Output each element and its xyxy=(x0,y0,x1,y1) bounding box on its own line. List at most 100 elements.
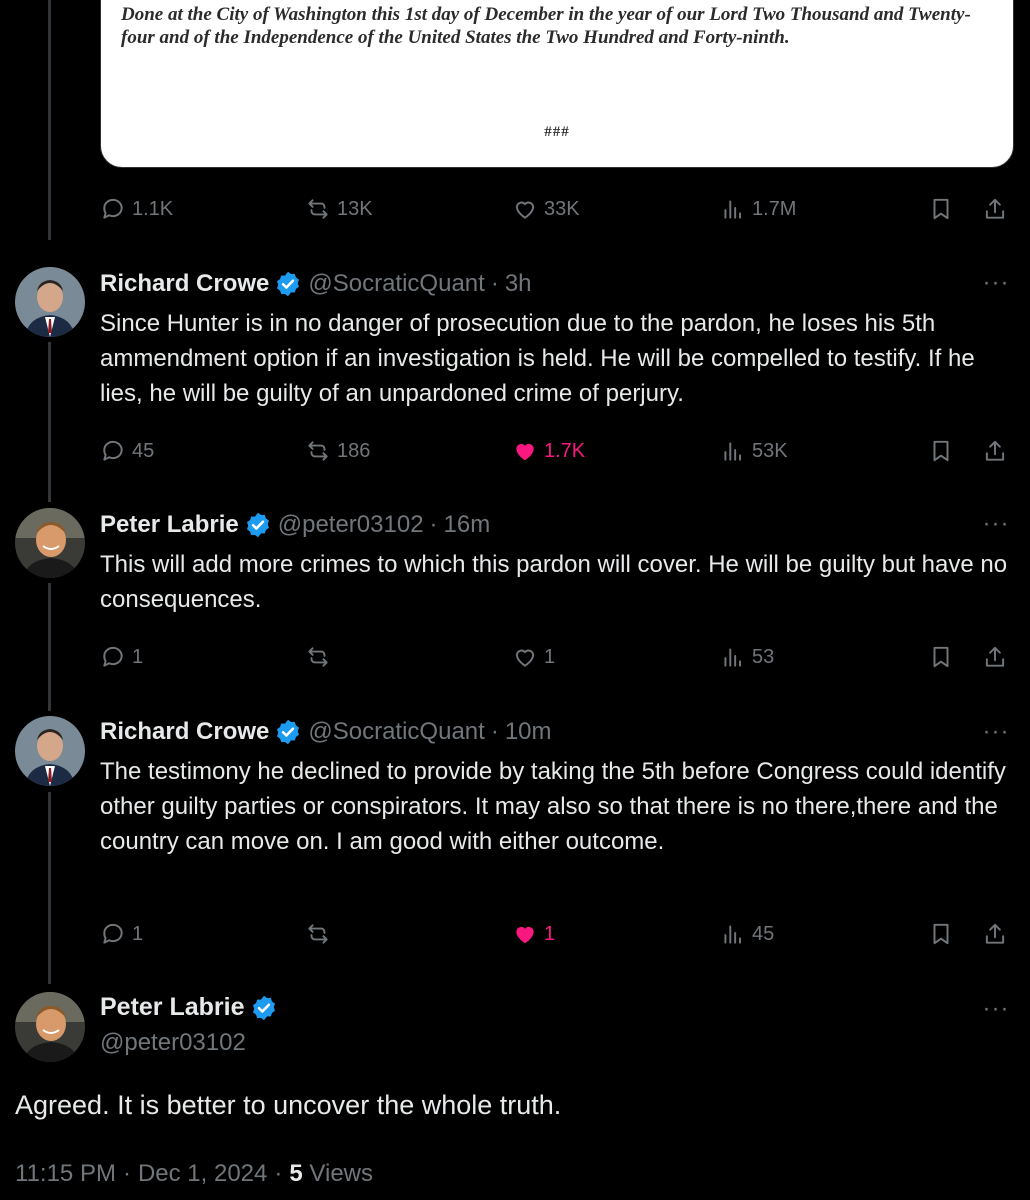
like-count: 1 xyxy=(544,922,556,945)
reply-button[interactable]: 1 xyxy=(100,642,143,672)
like-count: 33K xyxy=(544,197,580,220)
post-header: Richard Crowe @SocraticQuant · 10m xyxy=(100,716,552,748)
reply-count: 45 xyxy=(132,439,155,462)
document-end-mark: ### xyxy=(544,124,570,140)
thread-line xyxy=(48,342,51,502)
reply-button[interactable]: 45 xyxy=(100,436,154,466)
more-icon[interactable]: ··· xyxy=(982,271,1010,298)
author-handle[interactable]: @SocraticQuant xyxy=(308,270,484,298)
reply-count: 1.1K xyxy=(132,197,174,220)
like-count: 1 xyxy=(544,645,556,668)
repost-button[interactable]: 186 xyxy=(305,436,370,466)
avatar[interactable] xyxy=(15,716,85,786)
repost-count: 186 xyxy=(337,439,371,462)
separator-dot: · xyxy=(274,1160,283,1187)
bookmark-icon xyxy=(928,644,954,670)
author-name[interactable]: Peter Labrie xyxy=(100,511,239,539)
share-button[interactable] xyxy=(982,919,1008,949)
like-count: 1.7K xyxy=(544,439,586,462)
more-icon[interactable]: ··· xyxy=(982,720,1010,747)
views-button[interactable]: 45 xyxy=(720,919,774,949)
repost-button[interactable] xyxy=(305,919,337,949)
author-name[interactable]: Richard Crowe xyxy=(100,718,269,746)
views-button[interactable]: 53K xyxy=(720,436,788,466)
verified-icon xyxy=(277,271,300,297)
thread-line xyxy=(48,583,51,711)
post-actions: 1 1 53 xyxy=(100,642,1020,672)
views-label: Views xyxy=(309,1160,373,1187)
views-icon xyxy=(720,921,746,947)
like-icon xyxy=(512,438,538,464)
bookmark-button[interactable] xyxy=(928,436,954,466)
quoted-document-card[interactable]: Done at the City of Washington this 1st … xyxy=(100,0,1014,168)
views-button[interactable]: 1.7M xyxy=(720,194,796,224)
verified-icon xyxy=(252,995,275,1020)
reply-icon xyxy=(100,921,126,947)
share-icon xyxy=(982,644,1008,670)
document-text: Done at the City of Washington this 1st … xyxy=(121,4,971,48)
post-date[interactable]: Dec 1, 2024 xyxy=(138,1160,267,1188)
author-handle[interactable]: @peter03102 xyxy=(278,511,424,539)
share-button[interactable] xyxy=(982,436,1008,466)
post-time[interactable]: 16m xyxy=(444,511,491,539)
post-text: Agreed. It is better to uncover the whol… xyxy=(15,1090,562,1120)
repost-count: 13K xyxy=(337,197,373,220)
verified-icon xyxy=(246,512,269,538)
bookmark-button[interactable] xyxy=(928,919,954,949)
reply-count: 1 xyxy=(132,922,144,945)
views-button[interactable]: 53 xyxy=(720,642,774,672)
like-button[interactable]: 1.7K xyxy=(512,436,585,466)
author-name[interactable]: Richard Crowe xyxy=(100,270,269,298)
share-button[interactable] xyxy=(982,194,1008,224)
author-name[interactable]: Peter Labrie xyxy=(100,993,245,1022)
author-handle[interactable]: @SocraticQuant xyxy=(308,718,484,746)
post-header: Peter Labrie @peter03102 · 16m xyxy=(100,509,490,541)
like-icon xyxy=(512,921,538,947)
repost-button[interactable] xyxy=(305,642,337,672)
share-icon xyxy=(982,438,1008,464)
views-count: 53 xyxy=(752,645,775,668)
separator-dot: · xyxy=(490,718,499,745)
bookmark-icon xyxy=(928,196,954,222)
like-button[interactable]: 1 xyxy=(512,919,555,949)
repost-button[interactable]: 13K xyxy=(305,194,373,224)
post-time[interactable]: 3h xyxy=(505,270,532,298)
bookmark-button[interactable] xyxy=(928,194,954,224)
more-icon[interactable]: ··· xyxy=(982,997,1010,1024)
separator-dot: · xyxy=(490,270,499,297)
avatar[interactable] xyxy=(15,992,85,1062)
avatar[interactable] xyxy=(15,267,85,337)
bookmark-icon xyxy=(928,921,954,947)
reply-icon xyxy=(100,644,126,670)
thread-line xyxy=(48,0,51,240)
post-text: This will add more crimes to which this … xyxy=(100,551,1008,613)
more-icon[interactable]: ··· xyxy=(982,512,1010,539)
reply-icon xyxy=(100,438,126,464)
post-actions: 1.1K 13K 33K 1.7M xyxy=(100,194,1020,224)
share-icon xyxy=(982,921,1008,947)
verified-icon xyxy=(277,719,300,745)
bookmark-button[interactable] xyxy=(928,642,954,672)
repost-icon xyxy=(305,644,331,670)
bookmark-icon xyxy=(928,438,954,464)
avatar[interactable] xyxy=(15,508,85,578)
like-button[interactable]: 33K xyxy=(512,194,580,224)
views-summary: 5 Views xyxy=(289,1160,373,1188)
post-header: Richard Crowe @SocraticQuant · 3h xyxy=(100,268,532,300)
views-count: 53K xyxy=(752,439,788,462)
reply-button[interactable]: 1.1K xyxy=(100,194,173,224)
reply-button[interactable]: 1 xyxy=(100,919,143,949)
reply-icon xyxy=(100,196,126,222)
post-actions: 45 186 1.7K 53K xyxy=(100,436,1020,466)
like-button[interactable]: 1 xyxy=(512,642,555,672)
views-count: 45 xyxy=(752,922,775,945)
post-time[interactable]: 10m xyxy=(505,718,552,746)
views-icon xyxy=(720,438,746,464)
post-time[interactable]: 11:15 PM xyxy=(15,1160,116,1188)
author-handle[interactable]: @peter03102 xyxy=(100,1029,246,1057)
repost-icon xyxy=(305,921,331,947)
views-count: 1.7M xyxy=(752,197,797,220)
share-button[interactable] xyxy=(982,642,1008,672)
repost-icon xyxy=(305,438,331,464)
views-icon xyxy=(720,644,746,670)
